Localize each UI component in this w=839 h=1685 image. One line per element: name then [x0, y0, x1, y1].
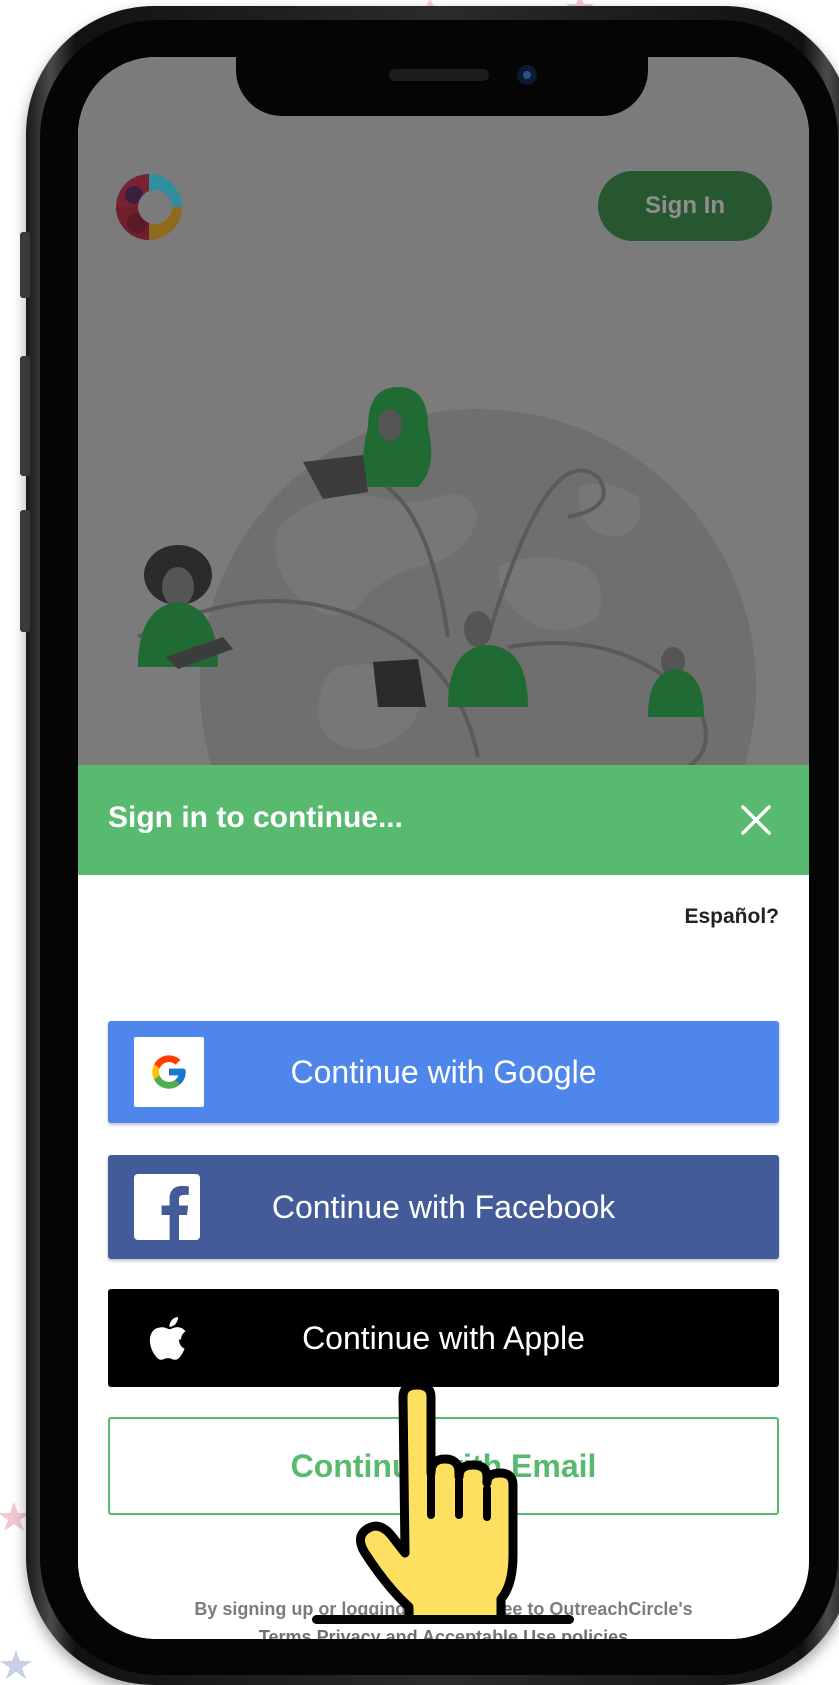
- sheet-header: Sign in to continue...: [78, 765, 809, 875]
- sheet-title: Sign in to continue...: [108, 801, 403, 834]
- google-button-label: Continue with Google: [290, 1053, 597, 1090]
- phone-volume-up: [20, 356, 30, 476]
- phone-volume-down: [20, 510, 30, 632]
- front-camera: [517, 65, 537, 85]
- apple-icon: [149, 1317, 186, 1360]
- acceptable-use-link[interactable]: Acceptable Use policies: [422, 1627, 628, 1639]
- people-around-globe-illustration: [137, 387, 756, 765]
- google-icon: [134, 1037, 204, 1107]
- and-text: and: [385, 1627, 418, 1639]
- phone-notch: [236, 57, 648, 116]
- home-indicator: [312, 1615, 574, 1624]
- continue-with-apple-button[interactable]: Continue with Apple: [108, 1289, 779, 1387]
- facebook-button-label: Continue with Facebook: [271, 1188, 616, 1225]
- pointing-hand-icon: [356, 1385, 518, 1615]
- phone-silent-switch: [20, 232, 30, 298]
- continue-with-google-button[interactable]: Continue with Google: [108, 1021, 779, 1123]
- privacy-link[interactable]: Privacy: [317, 1627, 381, 1639]
- apple-button-label: Continue with Apple: [302, 1319, 585, 1356]
- language-toggle-link[interactable]: Español?: [684, 905, 779, 929]
- star-decoration: [0, 1650, 32, 1679]
- facebook-icon: [134, 1174, 200, 1240]
- terms-link[interactable]: Terms: [259, 1627, 312, 1639]
- hero-area: Sign In: [78, 57, 809, 765]
- close-icon[interactable]: [738, 802, 774, 838]
- terms-links-line: Terms Privacy and Acceptable Use policie…: [78, 1623, 809, 1639]
- speaker-grille: [389, 69, 489, 81]
- continue-with-facebook-button[interactable]: Continue with Facebook: [108, 1155, 779, 1259]
- person-with-laptop-top: [303, 387, 432, 499]
- logo-icon[interactable]: [115, 173, 183, 241]
- sign-in-button[interactable]: Sign In: [598, 171, 772, 241]
